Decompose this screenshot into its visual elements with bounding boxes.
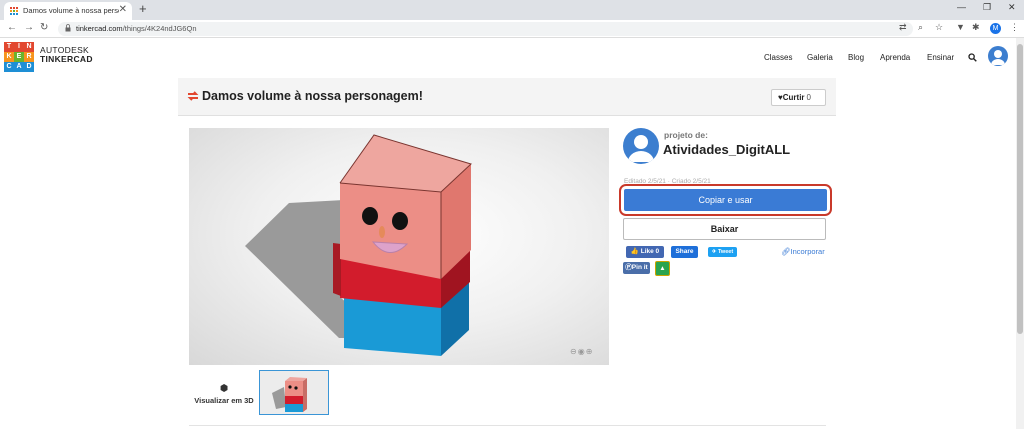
page-scrollbar[interactable] [1016, 38, 1024, 429]
bookmark-star-icon[interactable]: ☆ [935, 22, 943, 33]
extension-filter-icon[interactable]: ▼ [956, 22, 965, 32]
fb-like-label: Like 0 [640, 248, 660, 255]
download-button[interactable]: Baixar [623, 218, 826, 240]
lock-icon [65, 24, 71, 32]
view-3d-button[interactable]: ⬢ Visualizar em 3D [194, 383, 254, 405]
logo-letter: R [24, 52, 34, 62]
embed-label: Incorporar [790, 247, 825, 256]
brand-tinkercad: TINKERCAD [40, 54, 93, 64]
facebook-like-button[interactable]: 👍 Like 0 [626, 246, 664, 258]
site-header: TINKERCAD AUTODESK TINKERCAD Classes Gal… [0, 38, 1024, 76]
tinkercad-logo[interactable]: TINKERCAD [4, 42, 34, 72]
like-button[interactable]: ♥Curtir 0 [771, 89, 826, 106]
zoom-out-icon[interactable]: ⊖ [570, 347, 578, 356]
cube-icon: ⬢ [220, 383, 228, 393]
forward-icon[interactable]: → [24, 22, 34, 33]
zoom-icon[interactable]: ⌕ [918, 22, 923, 33]
user-silhouette-icon [991, 50, 1005, 65]
maximize-button[interactable]: ❐ [983, 2, 991, 13]
divider [189, 425, 826, 426]
design-title: Damos volume à nossa personagem! [202, 89, 423, 103]
search-icon[interactable] [968, 53, 977, 62]
viewer-controls[interactable]: ⊖◉⊕ [570, 347, 593, 356]
character-render [245, 134, 472, 356]
browser-menu-icon[interactable]: ⋮ [1010, 22, 1019, 33]
url-text: tinkercad.com/things/4K24ndJG6Qn [76, 24, 197, 33]
pinterest-button[interactable]: ⓅPin it [623, 262, 650, 274]
profile-avatar[interactable]: M [990, 23, 1001, 34]
twitter-bird-icon: ✈ [711, 249, 717, 255]
link-icon: 🔗︎ [781, 247, 791, 256]
translate-icon[interactable]: ⇄ [899, 22, 907, 33]
design-thumbnail[interactable] [259, 370, 329, 415]
nose [379, 226, 385, 238]
tab-close-icon[interactable]: ✕ [119, 4, 127, 15]
tab-title: Damos volume à nossa personag [23, 6, 119, 15]
address-bar[interactable]: tinkercad.com/things/4K24ndJG6Qn [58, 22, 913, 36]
like-label: Curtir [782, 93, 805, 102]
browser-toolbar: ← → ↻ tinkercad.com/things/4K24ndJG6Qn ⇄… [0, 20, 1024, 38]
copy-and-use-button[interactable]: Copiar e usar [624, 189, 827, 211]
minimize-button[interactable]: — [957, 2, 966, 12]
logo-letter: K [4, 52, 14, 62]
author-silhouette-icon [628, 135, 654, 162]
left-eye [362, 207, 378, 225]
logo-letter: D [24, 62, 34, 72]
nav-ensinar[interactable]: Ensinar [927, 53, 954, 62]
brand-wordmark[interactable]: AUTODESK TINKERCAD [40, 46, 93, 64]
author-name[interactable]: Atividades_DigitALL [663, 142, 790, 157]
logo-letter: E [14, 52, 24, 62]
user-avatar[interactable] [988, 46, 1008, 66]
tinkercad-favicon-icon [10, 7, 18, 15]
author-label: projeto de: [664, 130, 708, 140]
remix-icon [187, 91, 199, 101]
classroom-icon: ▲ [659, 265, 666, 272]
right-eye [392, 212, 408, 230]
design-preview[interactable] [189, 128, 609, 365]
pin-label: Pin it [631, 264, 648, 271]
embed-link[interactable]: 🔗︎Incorporar [781, 247, 825, 256]
tweet-button[interactable]: ✈ Tweet [708, 247, 737, 257]
logo-letter: C [4, 62, 14, 72]
google-classroom-button[interactable]: ▲ [655, 261, 670, 276]
like-count: 0 [806, 93, 811, 102]
logo-letter: A [14, 62, 24, 72]
nav-galeria[interactable]: Galeria [807, 53, 833, 62]
author-avatar[interactable] [623, 128, 659, 164]
extensions-puzzle-icon[interactable]: ✱ [972, 22, 980, 33]
logo-letter: T [4, 42, 14, 52]
thumbs-up-icon: 👍 [630, 248, 639, 255]
close-window-button[interactable]: ✕ [1008, 2, 1016, 13]
nav-aprenda[interactable]: Aprenda [880, 53, 910, 62]
logo-letter: I [14, 42, 24, 52]
browser-tab[interactable]: Damos volume à nossa personag ✕ [4, 2, 132, 20]
nav-classes[interactable]: Classes [764, 53, 792, 62]
tweet-label: Tweet [717, 249, 734, 255]
new-tab-button[interactable]: + [139, 1, 147, 16]
logo-letter: N [24, 42, 34, 52]
red-block-left [333, 243, 341, 296]
scrollbar-thumb[interactable] [1017, 44, 1023, 334]
fit-icon[interactable]: ◉ [578, 347, 586, 356]
thumbnail-image [260, 371, 328, 414]
zoom-in-icon[interactable]: ⊕ [586, 347, 594, 356]
facebook-share-button[interactable]: Share [671, 246, 698, 258]
back-icon[interactable]: ← [7, 22, 17, 33]
browser-tab-strip: Damos volume à nossa personag ✕ + — ❐ ✕ [0, 0, 1024, 20]
nav-blog[interactable]: Blog [848, 53, 864, 62]
design-title-bar: Damos volume à nossa personagem! [178, 78, 836, 116]
reload-icon[interactable]: ↻ [40, 22, 48, 33]
view-3d-label: Visualizar em 3D [194, 396, 254, 405]
